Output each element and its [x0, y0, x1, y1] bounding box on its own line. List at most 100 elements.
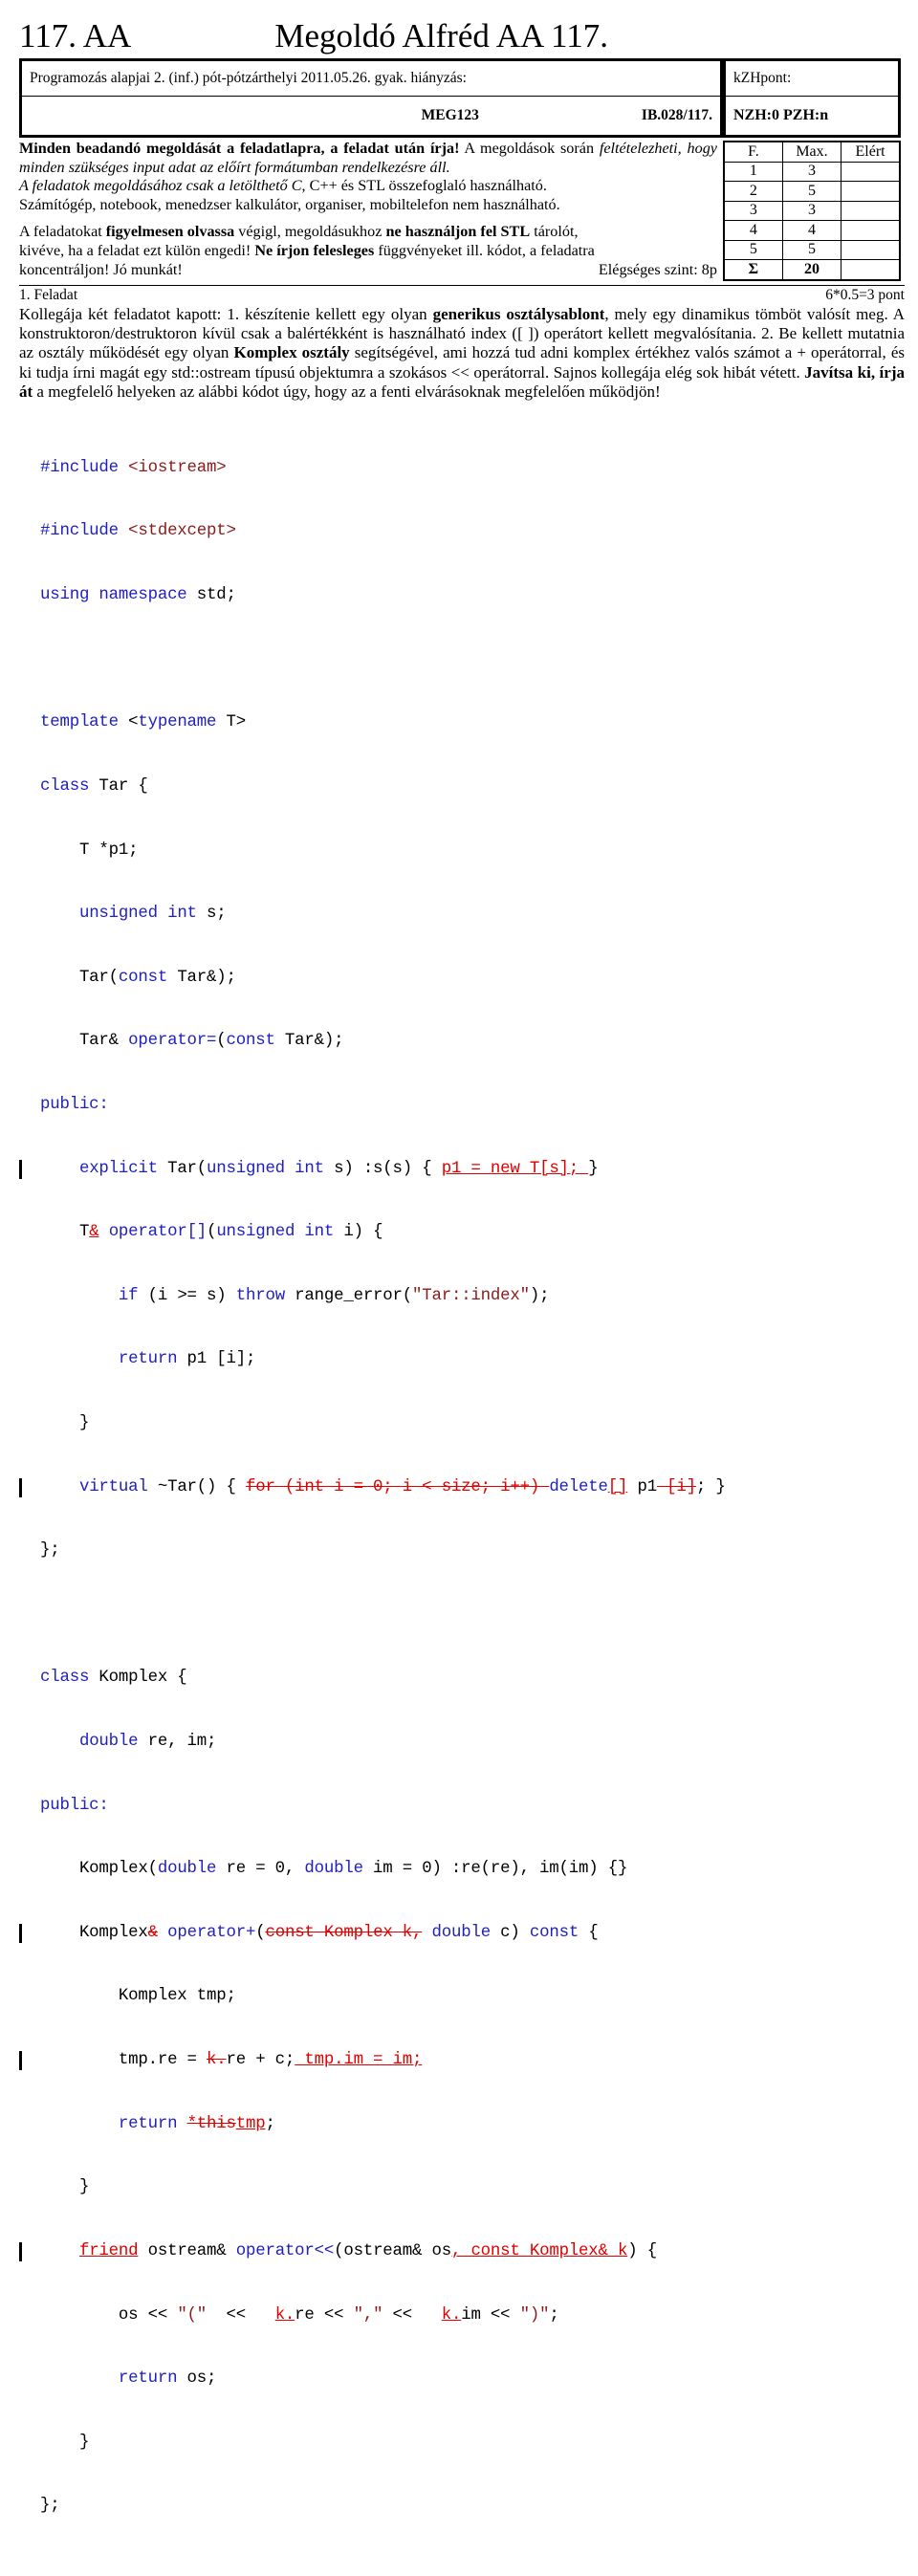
code-insertion: k.: [441, 2305, 462, 2325]
instruction-text-1: A megoldások során: [459, 140, 600, 157]
code-token: (i >= s): [138, 1286, 236, 1305]
code-token: explicit: [78, 1159, 158, 1178]
code-token: throw: [235, 1286, 285, 1305]
meg-code: MEG123: [421, 107, 479, 123]
instruction-text-4c: tárolót,: [530, 223, 579, 241]
score-elert-3[interactable]: [841, 200, 901, 221]
code-token: public:: [40, 1095, 109, 1114]
score-header-max: Max.: [781, 141, 842, 163]
code-token: c): [490, 1923, 530, 1942]
code-token: os;: [177, 2369, 217, 2389]
code-token: const: [118, 968, 168, 987]
code-token: double: [78, 1733, 139, 1752]
code-token: <: [118, 713, 139, 732]
code-token: Tar(: [157, 1159, 208, 1178]
code-token: <<: [382, 2305, 442, 2325]
code-string: "Tar::index": [412, 1286, 530, 1305]
code-line: if (i >= s) throw range_error("Tar::inde…: [19, 1286, 905, 1307]
exam-id-title: 117. AA: [19, 17, 132, 55]
code-token: #include: [40, 522, 119, 541]
code-insertion: , const Komplex& k: [450, 2241, 628, 2260]
exam-codes-cell: MEG123 IB.028/117.: [20, 96, 722, 137]
code-token: }: [40, 2178, 90, 2197]
score-f-5: 5: [723, 239, 783, 260]
score-elert-1[interactable]: [841, 161, 901, 182]
code-line: double re, im;: [19, 1732, 905, 1753]
code-line: return *thistmp;: [19, 2114, 905, 2135]
score-elert-5[interactable]: [841, 239, 901, 260]
code-line: }: [19, 2177, 905, 2198]
instruction-text-5b: függvényeket ill. kódot, a feladatra: [374, 241, 595, 259]
table-row-total: Σ 20: [723, 259, 901, 280]
code-token: range_error(: [284, 1286, 413, 1305]
code-token: <<: [207, 2305, 275, 2325]
code-token: Komplex {: [89, 1669, 187, 1688]
instruction-paragraph-3: Számítógép, notebook, menedzser kalkulát…: [19, 195, 560, 213]
code-token: Tar&);: [167, 968, 236, 987]
code-insertion: p1 = new T[s];: [441, 1159, 589, 1178]
code-token: (: [255, 1923, 266, 1942]
instruction-bold-1: Minden beadandó megoldását a feladatlapr…: [19, 140, 460, 157]
code-line: using namespace std;: [19, 585, 905, 606]
code-token: T: [40, 1223, 90, 1242]
score-header-f: F.: [723, 141, 783, 163]
table-row: kZHpont:: [724, 59, 900, 97]
code-line: };: [19, 1540, 905, 1561]
task-bold-1: generikus osztálysablont: [432, 304, 605, 323]
code-deletion: [i]: [656, 1477, 696, 1496]
code-line: #include <iostream>: [19, 458, 905, 479]
score-elert-4[interactable]: [841, 220, 901, 241]
code-token: if: [118, 1286, 139, 1305]
code-token: double: [431, 1923, 492, 1942]
code-token: s;: [196, 905, 227, 924]
code-token: );: [529, 1286, 550, 1305]
score-sum-symbol: Σ: [723, 259, 783, 280]
code-token: ; }: [695, 1477, 726, 1496]
code-deletion: *this: [186, 2114, 236, 2133]
code-token: ostream&: [138, 2241, 236, 2260]
kzh-table: kZHpont: NZH:0 PZH:n: [723, 58, 901, 138]
code-token: Komplex tmp;: [40, 1987, 236, 2006]
task-label: 1. Feladat: [19, 286, 78, 303]
score-max-1: 3: [781, 161, 842, 182]
code-token: Tar(: [40, 968, 119, 987]
score-sum-elert[interactable]: [841, 259, 901, 280]
code-token: re <<: [295, 2305, 354, 2325]
score-elert-2[interactable]: [841, 181, 901, 202]
code-listing: #include <iostream> #include <stdexcept>…: [19, 415, 905, 2576]
table-row: 5 5: [723, 239, 901, 260]
code-token: operator=: [128, 1032, 217, 1051]
code-line-edited: virtual ~Tar() { for (int i = 0; i < siz…: [19, 1477, 905, 1498]
code-deletion: for (int i = 0; i < size; i++): [245, 1477, 550, 1496]
table-row: MEG123 IB.028/117.: [20, 96, 722, 137]
code-line: }: [19, 2433, 905, 2454]
code-string: ")": [519, 2305, 550, 2325]
table-row: Programozás alapjai 2. (inf.) pót-pótzár…: [20, 59, 722, 97]
code-line: T *p1;: [19, 840, 905, 862]
code-token: };: [40, 1541, 60, 1561]
code-token: ;: [549, 2305, 559, 2325]
code-token: return: [118, 2369, 178, 2389]
exam-page: 117. AA Megoldó Alfréd AA 117. Programoz…: [0, 0, 918, 2576]
code-token: virtual: [78, 1477, 148, 1496]
code-token: unsigned int: [78, 905, 197, 924]
instruction-text-6: koncentráljon! Jó munkát!: [19, 260, 183, 278]
code-token: operator[]: [108, 1223, 208, 1242]
pass-level-text: Elégséges szint: 8p: [598, 260, 717, 278]
code-token: re = 0,: [216, 1860, 305, 1879]
code-token: }: [40, 2433, 90, 2452]
code-line: #include <stdexcept>: [19, 521, 905, 542]
code-token: template: [40, 713, 119, 732]
instruction-paragraph-4: A feladatokat figyelmesen olvassa végigl…: [19, 223, 717, 242]
